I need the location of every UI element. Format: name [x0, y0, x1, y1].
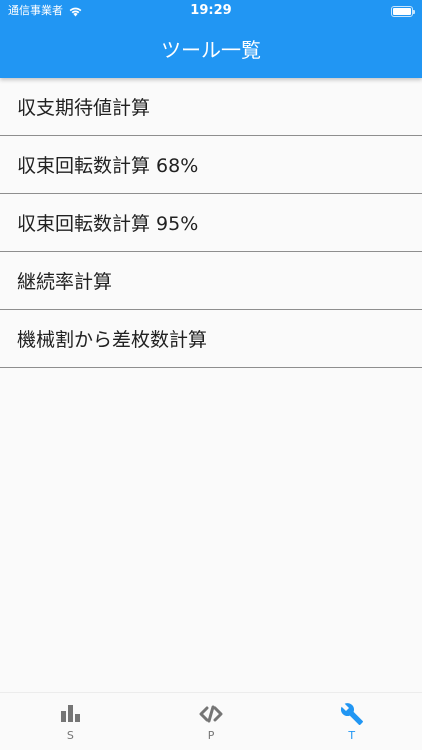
battery-icon: [391, 6, 415, 17]
list-item-convergence-95[interactable]: 収束回転数計算 95%: [0, 194, 422, 252]
clock: 19:29: [190, 3, 232, 18]
battery-level: [393, 8, 411, 15]
list-item-payout-difference[interactable]: 機械割から差枚数計算: [0, 310, 422, 368]
list-item-continuation-rate[interactable]: 継続率計算: [0, 252, 422, 310]
tool-list: 収支期待値計算 収束回転数計算 68% 収束回転数計算 95% 継続率計算 機械…: [0, 78, 422, 368]
tab-t[interactable]: T: [281, 693, 422, 750]
tab-t-label: T: [348, 729, 356, 742]
wrench-icon: [340, 703, 363, 725]
app-screen: 通信事業者 19:29 ツール一覧 収支期待値計算 収束回転数計算 68% 収束…: [0, 0, 422, 750]
tab-s-label: S: [66, 729, 74, 742]
tab-p-label: P: [207, 729, 215, 742]
code-icon: [199, 705, 223, 723]
tab-p[interactable]: P: [141, 693, 282, 750]
bottom-tab-bar: S P T: [0, 692, 422, 750]
list-item-convergence-68[interactable]: 収束回転数計算 68%: [0, 136, 422, 194]
status-bar: 通信事業者 19:29: [0, 0, 422, 24]
tab-s[interactable]: S: [0, 693, 141, 750]
page-title: ツール一覧: [161, 38, 261, 62]
list-item-expected-value[interactable]: 収支期待値計算: [0, 78, 422, 136]
bar-chart-icon: [61, 705, 81, 722]
header: 通信事業者 19:29 ツール一覧: [0, 0, 422, 78]
